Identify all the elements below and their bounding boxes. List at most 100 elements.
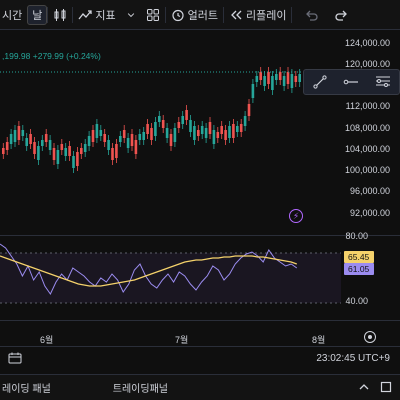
candle-body <box>33 142 36 154</box>
rsi-value-tag: 61.05 <box>344 263 374 275</box>
candle-body <box>107 140 110 150</box>
price-axis-label: 96,000.00 <box>349 186 390 196</box>
status-row: 23:02:45 UTC+9 <box>0 346 400 368</box>
candle-body <box>72 156 75 168</box>
maximize-icon[interactable] <box>380 381 392 393</box>
candle-body <box>80 148 83 154</box>
layout-grid-icon <box>146 8 159 21</box>
candle-body <box>271 76 274 90</box>
candle-body <box>17 126 21 140</box>
tab-trading-panel[interactable]: 트레이딩패널 <box>63 380 180 395</box>
candle-body <box>48 140 52 150</box>
undo-button[interactable] <box>292 0 323 29</box>
candle-body <box>68 146 71 156</box>
rsi-ma-value-tag: 65.45 <box>344 251 374 263</box>
time-label-june: 6월 <box>40 335 54 345</box>
candle-body <box>185 110 188 120</box>
chevron-up-icon[interactable] <box>358 381 370 393</box>
price-axis-label: 108,000.00 <box>344 123 390 133</box>
candle-body <box>146 124 149 134</box>
candle-body <box>44 134 48 142</box>
chart-settings-icon[interactable] <box>364 331 376 343</box>
replay-label: 리플레이 <box>246 9 287 22</box>
candle-body <box>189 120 192 132</box>
price-chart[interactable]: ,199.98 +279.99 (+0.24%) 124,000.00 120,0… <box>0 30 400 235</box>
candle-body <box>197 130 200 136</box>
lightning-icon[interactable]: ⚡ <box>289 209 303 223</box>
candle-body <box>76 152 79 166</box>
candle-body <box>25 138 28 146</box>
indicators-button[interactable]: 지표 <box>73 0 120 29</box>
replay-button[interactable]: 리플레이 <box>224 0 291 29</box>
alarm-clock-icon <box>172 9 184 21</box>
candle-body <box>134 140 138 154</box>
indicators-dropdown[interactable] <box>121 0 141 29</box>
redo-button[interactable] <box>323 0 354 29</box>
candle-body <box>220 126 223 134</box>
candle-body <box>239 124 243 132</box>
candle-body <box>173 128 177 142</box>
interval-option[interactable]: 시간 <box>0 0 27 29</box>
candle-body <box>99 130 103 136</box>
candle-body <box>275 74 278 80</box>
candle-body <box>255 76 259 82</box>
candle-body <box>298 74 301 82</box>
rsi-axis-label-80: 80.00 <box>345 231 368 241</box>
candle-body <box>169 134 173 146</box>
candle-body <box>286 72 290 84</box>
candle-body <box>251 84 255 98</box>
candle-body <box>232 124 235 138</box>
alert-button[interactable]: 얼러트 <box>166 0 223 29</box>
interval-selected-label: 날 <box>32 9 43 22</box>
ohlc-close-value: ,199.98 <box>2 51 31 61</box>
calendar-range-icon[interactable] <box>8 352 22 364</box>
candlestick-icon <box>54 8 66 21</box>
candle-body <box>212 130 216 144</box>
time-label-august: 8월 <box>312 335 326 345</box>
time-label-july: 7월 <box>175 335 189 345</box>
rsi-series <box>0 243 341 304</box>
candle-body <box>224 130 227 140</box>
candle-body <box>247 104 251 116</box>
candle-body <box>52 148 56 160</box>
rsi-pane[interactable]: 80.00 40.00 65.45 61.05 <box>0 231 400 320</box>
candle-body <box>115 144 118 158</box>
layout-button[interactable] <box>141 0 165 29</box>
candle-body <box>21 130 25 136</box>
fib-levels-icon <box>376 76 391 87</box>
price-axis-label: 112,000.00 <box>345 101 390 111</box>
candle-body <box>119 136 122 142</box>
candle-body <box>91 130 95 142</box>
candle-body <box>2 148 5 154</box>
fib-levels-button[interactable] <box>372 72 394 92</box>
candle-body <box>216 132 220 138</box>
price-axis-label: 124,000.00 <box>344 38 390 48</box>
candle-body <box>236 126 239 132</box>
candle-body <box>150 128 153 140</box>
interval-selected-button[interactable]: 날 <box>27 4 48 25</box>
rsi-axis-label-40: 40.00 <box>345 296 368 306</box>
candle-body <box>83 144 87 152</box>
chart-type-button[interactable] <box>48 0 72 29</box>
top-toolbar: 시간 날 지표 얼러트 리플레이 <box>0 0 400 30</box>
rsi-line <box>0 243 298 295</box>
alert-label: 얼러트 <box>187 9 218 22</box>
candle-body <box>126 138 130 148</box>
rewind-icon <box>231 10 242 19</box>
time-axis[interactable]: 6월 7월 8월 <box>0 320 400 346</box>
candle-body <box>294 76 298 82</box>
clock[interactable]: 23:02:45 UTC+9 <box>316 353 390 364</box>
panel-controls <box>358 381 392 393</box>
candle-body <box>87 136 91 146</box>
candle-body <box>267 72 270 84</box>
ohlc-legend: ,199.98 +279.99 (+0.24%) <box>2 51 101 61</box>
ohlc-change-value: +279.99 (+0.24%) <box>32 51 101 61</box>
horizontal-ray-button[interactable] <box>340 72 362 92</box>
trend-line-button[interactable] <box>309 72 331 92</box>
price-axis-label: 92,000.00 <box>349 208 390 218</box>
interval-option-label: 시간 <box>2 9 23 22</box>
price-axis-label: 100,000.00 <box>344 165 390 175</box>
drawing-toolbar <box>303 69 400 95</box>
indicators-icon <box>78 9 93 19</box>
tab-trading-panel-partial[interactable]: 레이딩 패널 <box>0 380 63 395</box>
